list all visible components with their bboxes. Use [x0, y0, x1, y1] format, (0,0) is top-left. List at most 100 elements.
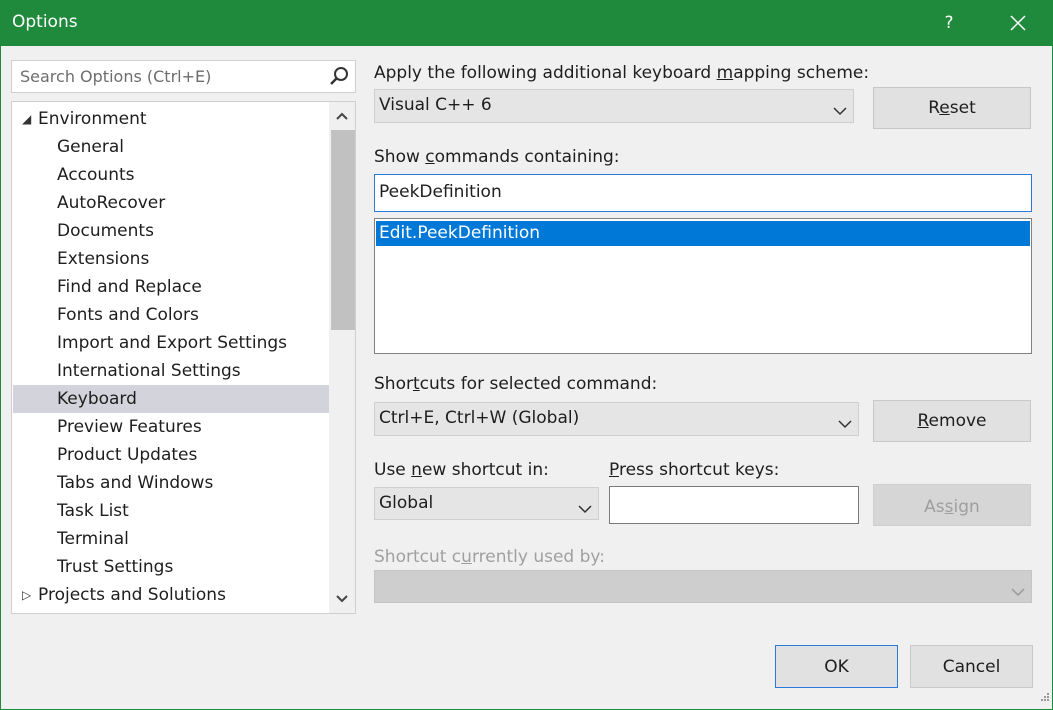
tree-item-find-and-replace[interactable]: Find and Replace [13, 273, 329, 301]
label-part: cuts for selected command: [419, 374, 658, 394]
command-filter-input[interactable]: PeekDefinition [374, 174, 1032, 212]
label-part: Shor [374, 374, 413, 394]
tree-item-product-updates[interactable]: Product Updates [13, 441, 329, 469]
cancel-button[interactable]: Cancel [910, 645, 1033, 688]
label-part: As [924, 497, 945, 517]
ok-button[interactable]: OK [775, 645, 898, 688]
tree-item-label: Product Updates [57, 445, 198, 465]
label-part: ommands containing: [434, 147, 620, 167]
scroll-up-button[interactable] [329, 102, 355, 130]
window-title: Options [12, 12, 78, 32]
label-part: emove [928, 411, 987, 431]
tree-item-documents[interactable]: Documents [13, 217, 329, 245]
search-icon [329, 66, 349, 91]
tree-item-trust-settings[interactable]: Trust Settings [13, 553, 329, 581]
label-part: Shortcut c [374, 547, 462, 567]
use-new-shortcut-label: Use new shortcut in: [374, 460, 549, 480]
expanded-arrow-icon[interactable]: ◢ [22, 105, 31, 133]
label-part: Use [374, 460, 412, 480]
tree-item-label: General [57, 137, 124, 157]
tree-scrollbar[interactable] [329, 102, 355, 613]
label-part: set [949, 98, 976, 118]
tree-item-label: International Settings [57, 361, 241, 381]
label-part: ress shortcut keys: [618, 460, 780, 480]
tree-item-label: Trust Settings [57, 557, 174, 577]
list-item[interactable]: Edit.PeekDefinition [376, 221, 1030, 246]
chevron-down-icon [1011, 582, 1025, 602]
title-bar: Options ? [0, 0, 1053, 46]
chevron-down-icon [336, 595, 348, 603]
mapping-scheme-dropdown[interactable]: Visual C++ 6 [374, 89, 854, 123]
assign-button[interactable]: Assign [873, 484, 1031, 526]
show-commands-label: Show commands containing: [374, 147, 620, 167]
tree-item-label: Keyboard [57, 389, 137, 409]
tree-item-label: Fonts and Colors [57, 305, 199, 325]
tree-item-label: Extensions [57, 249, 150, 269]
close-button[interactable] [996, 0, 1040, 46]
press-shortcut-keys-label: Press shortcut keys: [609, 460, 779, 480]
tree-item-label: Projects and Solutions [38, 585, 226, 605]
tree-item-keyboard[interactable]: Keyboard [13, 385, 329, 413]
tree-item-projects-and-solutions[interactable]: ▷ Projects and Solutions [13, 581, 329, 609]
tree-item-label: Find and Replace [57, 277, 202, 297]
shortcut-scope-dropdown[interactable]: Global [374, 487, 599, 520]
tree-item-tabs-and-windows[interactable]: Tabs and Windows [13, 469, 329, 497]
label-part: apping scheme: [733, 63, 870, 83]
shortcut-used-by-dropdown[interactable] [374, 570, 1032, 603]
search-options-input[interactable]: Search Options (Ctrl+E) [11, 60, 356, 93]
chevron-up-icon [336, 112, 348, 120]
access-key: s [944, 497, 954, 517]
tree-item-label: Task List [57, 501, 129, 521]
help-button[interactable]: ? [934, 0, 964, 46]
shortcut-used-by-label: Shortcut currently used by: [374, 547, 605, 567]
tree-item-label: Tabs and Windows [57, 473, 214, 493]
tree-item-import-export-settings[interactable]: Import and Export Settings [13, 329, 329, 357]
tree-item-international-settings[interactable]: International Settings [13, 357, 329, 385]
remove-button[interactable]: Remove [873, 400, 1031, 442]
scope-value: Global [379, 493, 434, 513]
tree-item-general[interactable]: General [13, 133, 329, 161]
label-part: rrently used by: [471, 547, 605, 567]
label-part: Show [374, 147, 426, 167]
chevron-down-icon [838, 414, 852, 434]
scroll-thumb[interactable] [331, 130, 355, 330]
tree-item-task-list[interactable]: Task List [13, 497, 329, 525]
search-placeholder: Search Options (Ctrl+E) [20, 67, 212, 86]
tree-item-label: Documents [57, 221, 154, 241]
tree-item-label: Import and Export Settings [57, 333, 287, 353]
label-part: ign [953, 497, 980, 517]
resize-grip-icon[interactable] [1040, 687, 1050, 707]
tree-item-preview-features[interactable]: Preview Features [13, 413, 329, 441]
tree-item-accounts[interactable]: Accounts [13, 161, 329, 189]
tree-item-label: Accounts [57, 165, 135, 185]
access-key: R [917, 411, 929, 431]
tree-item-terminal[interactable]: Terminal [13, 525, 329, 553]
shortcuts-dropdown[interactable]: Ctrl+E, Ctrl+W (Global) [374, 402, 859, 436]
press-shortcut-keys-input[interactable] [609, 486, 859, 524]
access-key: e [939, 98, 950, 118]
tree-item-label: Environment [38, 109, 147, 129]
command-filter-value: PeekDefinition [379, 182, 502, 202]
tree-item-label: Terminal [57, 529, 129, 549]
access-key: u [461, 547, 472, 567]
tree-item-environment[interactable]: ◢ Environment [13, 105, 329, 133]
scroll-down-button[interactable] [329, 585, 355, 613]
shortcut-value: Ctrl+E, Ctrl+W (Global) [379, 408, 580, 428]
mapping-scheme-label: Apply the following additional keyboard … [374, 63, 869, 83]
tree-item-fonts-and-colors[interactable]: Fonts and Colors [13, 301, 329, 329]
collapsed-arrow-icon[interactable]: ▷ [22, 581, 31, 609]
access-key: P [609, 460, 619, 480]
commands-list[interactable]: Edit.PeekDefinition [374, 218, 1032, 354]
tree-item-autorecover[interactable]: AutoRecover [13, 189, 329, 217]
reset-button[interactable]: Reset [873, 87, 1031, 129]
access-key: c [425, 147, 435, 167]
options-tree[interactable]: ◢ Environment General Accounts AutoRecov… [11, 101, 356, 614]
access-key: n [411, 460, 422, 480]
tree-item-extensions[interactable]: Extensions [13, 245, 329, 273]
mapping-scheme-value: Visual C++ 6 [379, 95, 492, 115]
tree-item-label: Preview Features [57, 417, 202, 437]
close-icon [1010, 15, 1026, 31]
tree-item-label: AutoRecover [57, 193, 166, 213]
label-part: R [928, 98, 940, 118]
access-key: t [412, 374, 420, 394]
